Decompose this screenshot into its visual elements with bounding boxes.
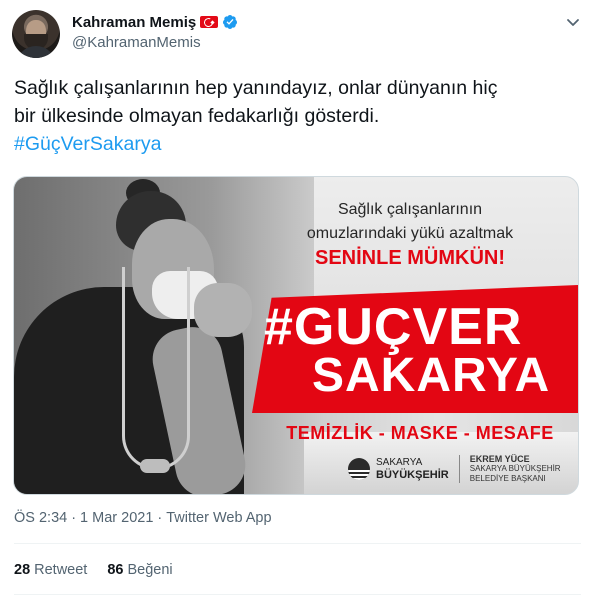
- mayor-name: EKREM YÜCE: [469, 454, 530, 464]
- municipality-name-line1: SAKARYA: [376, 457, 423, 468]
- tweet-stats: 28 Retweet 86 Beğeni: [14, 562, 173, 578]
- chevron-down-icon: [567, 19, 579, 26]
- campaign-hashtag-line2: SAKARYA: [312, 349, 551, 402]
- likes-count: 86: [107, 562, 124, 578]
- likes-stat[interactable]: 86 Beğeni: [107, 562, 172, 578]
- meta-separator: ·: [71, 510, 77, 526]
- mayor-signature: EKREM YÜCE SAKARYA BÜYÜKŞEHİR BELEDİYE B…: [470, 454, 561, 484]
- stethoscope-end: [140, 459, 170, 473]
- author-name-row: Kahraman Memiş: [72, 12, 238, 32]
- tweet-source-link[interactable]: Twitter Web App: [166, 510, 271, 526]
- tweet-metadata: ÖS 2:34 · 1 Mar 2021 · Twitter Web App: [14, 510, 272, 526]
- tweet-text-line: bir ülkesinde olmayan fedakarlığı göster…: [14, 105, 380, 127]
- likes-label: Beğeni: [127, 562, 173, 578]
- verified-badge-icon: [223, 15, 238, 29]
- meta-separator: ·: [157, 510, 163, 526]
- avatar-body: [16, 46, 56, 58]
- mayor-title-line2: BELEDİYE BAŞKANI: [469, 474, 546, 483]
- tweet-text-line: Sağlık çalışanlarının hep yanındayız, on…: [14, 77, 498, 99]
- municipality-logo-icon: [348, 458, 370, 480]
- municipality-name-line2: BÜYÜKŞEHİR: [376, 469, 449, 481]
- municipality-name: SAKARYA BÜYÜKŞEHİR: [376, 457, 449, 481]
- retweets-stat[interactable]: 28 Retweet: [14, 562, 87, 578]
- turkey-flag-icon: [200, 16, 219, 28]
- tweet-text: Sağlık çalışanlarının hep yanındayız, on…: [14, 74, 584, 158]
- banner-text-line: Sağlık çalışanlarının: [337, 201, 483, 218]
- mayor-title-line1: SAKARYA BÜYÜKŞEHİR: [469, 464, 561, 473]
- avatar[interactable]: [12, 10, 60, 58]
- author-handle[interactable]: @KahramanMemis: [72, 34, 201, 51]
- campaign-tagline: TEMİZLİK - MASKE - MESAFE: [286, 423, 554, 443]
- retweets-label: Retweet: [34, 562, 88, 578]
- tweet: Kahraman Memiş @KahramanMemis Sağlık çal…: [0, 0, 595, 597]
- tweet-time[interactable]: ÖS 2:34: [14, 510, 67, 526]
- tweet-media-image[interactable]: Sağlık çalışanlarının omuzlarındaki yükü…: [13, 176, 579, 495]
- banner-highlight: SENİNLE MÜMKÜN!: [315, 247, 505, 269]
- divider: [14, 594, 581, 595]
- author-name[interactable]: Kahraman Memiş: [72, 14, 196, 31]
- divider: [14, 543, 581, 544]
- municipality-logos: SAKARYA BÜYÜKŞEHİR EKREM YÜCE SAKARYA BÜ…: [348, 453, 561, 485]
- more-options-button[interactable]: [561, 10, 585, 34]
- campaign-hashtag-line1: #GUÇVER: [264, 298, 523, 356]
- nurse-hands: [194, 283, 252, 337]
- banner-text-line: omuzlarındaki yükü azaltmak: [306, 225, 514, 242]
- tweet-date[interactable]: 1 Mar 2021: [80, 510, 153, 526]
- retweets-count: 28: [14, 562, 31, 578]
- logo-divider: [458, 455, 460, 483]
- hashtag-link[interactable]: #GüçVerSakarya: [14, 130, 584, 158]
- stethoscope: [122, 267, 190, 470]
